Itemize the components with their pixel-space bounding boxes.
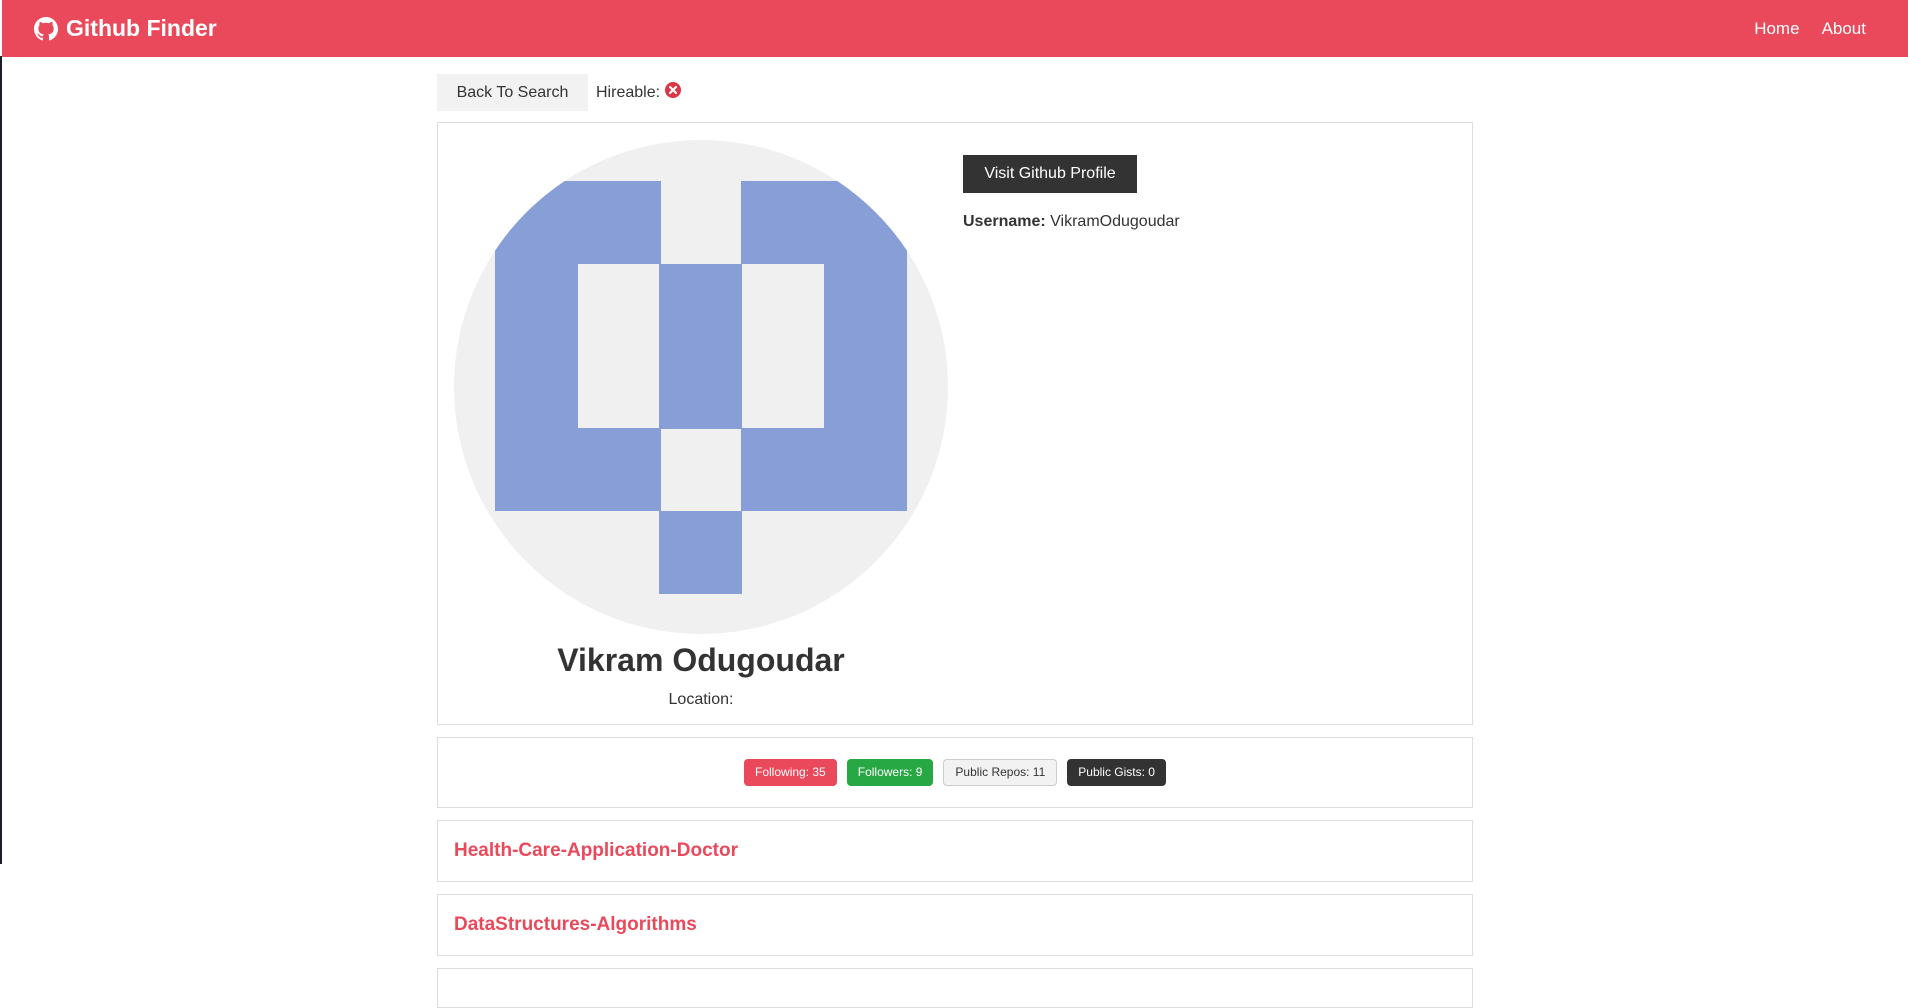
repo-item: [437, 968, 1473, 1008]
nav-about-link[interactable]: About: [1822, 19, 1866, 39]
hireable-label: Hireable:: [596, 83, 661, 101]
visit-github-profile-button[interactable]: Visit Github Profile: [963, 155, 1137, 193]
username-value: VikramOdugoudar: [1050, 213, 1180, 230]
public-gists-badge: Public Gists: 0: [1067, 759, 1166, 786]
back-to-search-button[interactable]: Back To Search: [437, 74, 588, 111]
topbar: Back To Search Hireable:: [437, 74, 1473, 111]
profile-name: Vikram Odugoudar: [557, 642, 845, 678]
avatar-column: Vikram Odugoudar Location:: [454, 140, 948, 709]
repo-item: Health-Care-Application-Doctor: [437, 820, 1473, 882]
nav-links: Home About: [1754, 19, 1866, 39]
info-column: Visit Github Profile Username: VikramOdu…: [963, 155, 1180, 231]
github-icon: [34, 16, 58, 41]
repo-link[interactable]: DataStructures-Algorithms: [454, 914, 697, 936]
navbar: Github Finder Home About: [2, 0, 1908, 57]
nav-home-link[interactable]: Home: [1754, 19, 1799, 39]
following-badge: Following: 35: [744, 759, 837, 786]
profile-card: Vikram Odugoudar Location: Visit Github …: [437, 122, 1473, 725]
x-circle-icon: [665, 82, 682, 103]
stats-card: Following: 35 Followers: 9 Public Repos:…: [437, 737, 1473, 808]
avatar: [454, 140, 948, 634]
repo-item: DataStructures-Algorithms: [437, 894, 1473, 956]
window-edge: [0, 56, 2, 864]
profile-location: Location:: [668, 691, 734, 708]
main-container: Back To Search Hireable: Vikram Odugouda…: [437, 57, 1473, 1008]
brand-title: Github Finder: [66, 15, 217, 41]
hireable-status: Hireable:: [596, 82, 682, 103]
public-repos-badge: Public Repos: 11: [943, 759, 1058, 786]
username-label: Username:: [963, 213, 1046, 230]
repo-link[interactable]: Health-Care-Application-Doctor: [454, 840, 738, 862]
followers-badge: Followers: 9: [846, 759, 934, 786]
brand[interactable]: Github Finder: [34, 15, 217, 42]
username-row: Username: VikramOdugoudar: [963, 213, 1180, 231]
